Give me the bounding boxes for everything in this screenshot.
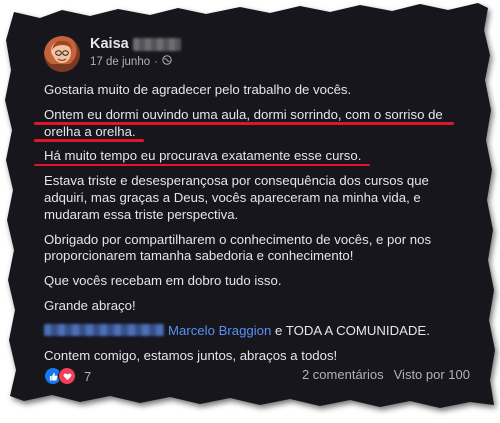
post-card: Kaisa 17 de junho · Gostaria muito de ag…: [0, 0, 500, 423]
red-underline: [34, 139, 144, 142]
comments-link[interactable]: 2 comentários: [302, 367, 384, 382]
paragraph-mentions: Marcelo Braggion e TODA A COMUNIDADE.: [44, 323, 464, 340]
paragraph-story: Estava triste e desesperançosa por conse…: [44, 173, 429, 222]
post-footer: 7 2 comentários Visto por 100: [44, 366, 470, 388]
post-date[interactable]: 17 de junho: [90, 56, 150, 68]
mention-link[interactable]: Marcelo Braggion: [168, 323, 271, 338]
views-count[interactable]: Visto por 100: [394, 367, 470, 382]
avatar-face-icon: [50, 40, 74, 72]
post-header: Kaisa 17 de junho ·: [44, 36, 344, 76]
paragraph-wish: Que vocês recebam em dobro tudo isso.: [44, 273, 282, 289]
red-underline: [34, 122, 454, 125]
date-separator: ·: [154, 55, 158, 68]
paragraph-gratitude: Obrigado por compartilharem o conhecimen…: [44, 231, 432, 264]
author-surname-redacted: [132, 37, 181, 51]
mention-redacted[interactable]: [44, 323, 164, 336]
post-meta: 17 de junho ·: [90, 55, 172, 68]
reactions-summary[interactable]: 7: [44, 367, 91, 385]
highlighted-text-2: Há muito tempo eu procurava exatamente e…: [44, 148, 362, 164]
avatar[interactable]: [44, 36, 80, 72]
love-icon: [58, 367, 76, 385]
paragraph-closing: Contem comigo, estamos juntos, abraços a…: [44, 347, 338, 363]
reactions-count: 7: [84, 368, 92, 384]
paragraph-highlight-2: Há muito tempo eu procurava exatamente e…: [34, 148, 464, 167]
mention-rest: e TODA A COMUNIDADE.: [271, 322, 430, 338]
paragraph-highlight-1: Ontem eu dormi ouvindo uma aula, dormi s…: [34, 107, 464, 142]
paragraph-hug: Grande abraço!: [44, 297, 136, 313]
paragraph-thanks: Gostaria muito de agradecer pelo trabalh…: [44, 82, 352, 97]
author-name[interactable]: Kaisa: [90, 36, 129, 52]
post-body: Gostaria muito de agradecer pelo trabalh…: [34, 82, 464, 372]
audience-icon[interactable]: [162, 55, 172, 68]
red-underline: [34, 163, 370, 167]
